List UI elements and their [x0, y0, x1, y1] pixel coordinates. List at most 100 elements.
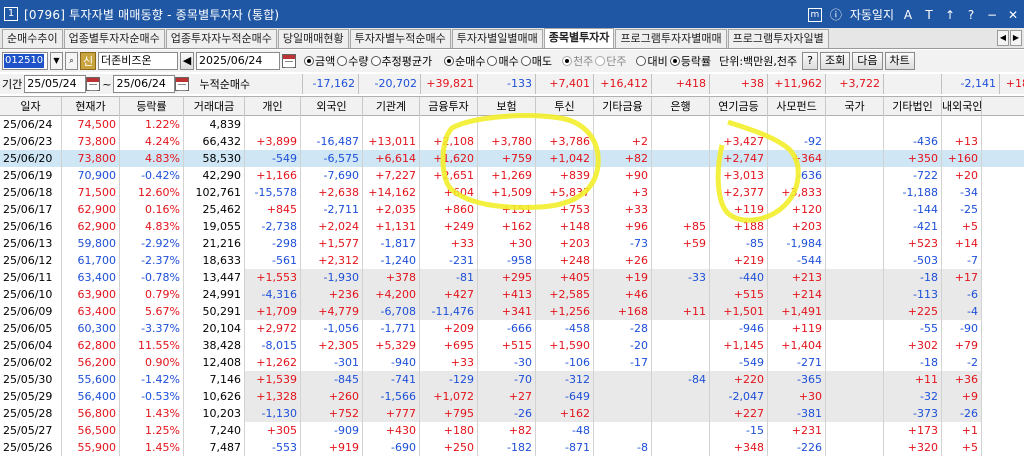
cell-pension: +2,747 — [710, 150, 768, 167]
close-icon[interactable]: ✕ — [1006, 8, 1020, 22]
query-button[interactable]: 조회 — [820, 52, 851, 70]
cell-financial-invest: +604 — [420, 184, 478, 201]
header-date[interactable]: 일자 — [0, 97, 62, 116]
tab-prev-icon[interactable]: ◀ — [997, 30, 1009, 46]
table-row[interactable]: 25/05/28 56,800 1.43% 10,203 -1,130 +752 +777 +… — [0, 405, 1024, 422]
tab-stock-investor[interactable]: 종목별투자자 — [543, 28, 615, 48]
cell-trust: +405 — [536, 269, 594, 286]
table-row[interactable]: 25/06/09 63,400 5.67% 50,291 +1,709 +4,779 -6,… — [0, 303, 1024, 320]
header-change-rate[interactable]: 등락률 — [120, 97, 184, 116]
help-icon[interactable]: ? — [964, 8, 978, 22]
text-size-icon[interactable]: A — [901, 8, 915, 22]
from-calendar-icon[interactable] — [86, 77, 101, 91]
table-row[interactable]: 25/06/16 62,900 4.83% 19,055 -2,738 +2,024 +1,… — [0, 218, 1024, 235]
table-row[interactable]: 25/06/24 74,500 1.22% 4,839 — [0, 116, 1024, 133]
header-other-corp[interactable]: 기타법인 — [884, 97, 942, 116]
table-row[interactable]: 25/06/11 63,400 -0.78% 13,447 +1,553 -1,930 +3… — [0, 269, 1024, 286]
cell-institution: +7,227 — [363, 167, 420, 184]
radio-est-avg-price[interactable]: 추정평균가 — [370, 53, 432, 69]
tab-sector-investor-net-buy[interactable]: 업종별투자자순매수 — [63, 29, 165, 48]
radio-change[interactable]: 대비 — [636, 53, 668, 69]
code-dropdown-icon[interactable]: ▼ — [50, 52, 63, 70]
header-other-finance[interactable]: 기타금융 — [594, 97, 652, 116]
auto-log-label[interactable]: 자동일지 — [850, 6, 894, 23]
header-financial-invest[interactable]: 금융투자 — [420, 97, 478, 116]
tab-net-buy-trend[interactable]: 순매수추이 — [2, 29, 63, 48]
header-bank[interactable]: 은행 — [652, 97, 710, 116]
radio-net-buy[interactable]: 순매수 — [444, 53, 485, 69]
table-row[interactable]: 25/06/18 71,500 12.60% 102,761 -15,578 +2,638… — [0, 184, 1024, 201]
window-number[interactable]: 1 — [4, 7, 18, 21]
radio-change-rate[interactable]: 등락률 — [669, 53, 711, 69]
table-row[interactable]: 25/05/30 55,600 -1.42% 7,146 +1,539 -845 -741-… — [0, 371, 1024, 388]
header-foreign[interactable]: 외국인 — [301, 97, 363, 116]
table-row[interactable]: 25/06/23 73,800 4.24% 66,432 +3,899 -16,487 +1… — [0, 133, 1024, 150]
table-row[interactable]: 25/06/02 56,200 0.90% 12,408 +1,262 -301 -940 +… — [0, 354, 1024, 371]
tab-today-trading[interactable]: 당일매매현황 — [277, 29, 349, 48]
table-row[interactable]: 25/06/12 61,700 -2.37% 18,633 -561 +2,312 -1,2… — [0, 252, 1024, 269]
table-row[interactable]: 25/06/05 60,300 -3.37% 20,104 +2,972 -1,056 -1… — [0, 320, 1024, 337]
cell-private-fund: +1,491 — [768, 303, 826, 320]
prev-date-button[interactable]: ◀ — [180, 52, 194, 70]
table-row[interactable]: 25/06/19 70,900 -0.42% 42,290 +1,166 -7,690 +7… — [0, 167, 1024, 184]
date-input[interactable]: 2025/06/24 — [196, 52, 280, 70]
period-from-input[interactable]: 25/05/24 — [24, 75, 87, 93]
header-individual[interactable]: 개인 — [245, 97, 301, 116]
search-icon[interactable]: ⌕ — [65, 52, 78, 70]
table-row[interactable]: 25/06/10 63,900 0.79% 24,991 -4,316 +236 +4,20… — [0, 286, 1024, 303]
header-price[interactable]: 현재가 — [62, 97, 120, 116]
radio-thousand-shares[interactable]: 천주 — [561, 53, 593, 69]
period-to-input[interactable]: 25/06/24 — [113, 75, 176, 93]
pin-icon[interactable]: ↑ — [943, 8, 957, 22]
cell-bank — [652, 150, 710, 167]
cell-insurance: -70 — [478, 371, 536, 388]
header-pension[interactable]: 연기금등 — [710, 97, 768, 116]
font-icon[interactable]: T — [922, 8, 936, 22]
cell-date: 25/06/04 — [0, 337, 62, 354]
radio-amount[interactable]: 금액 — [304, 53, 335, 69]
table-row[interactable]: 25/06/13 59,800 -2.92% 21,216 -298 +1,577 -1,8… — [0, 235, 1024, 252]
header-private-fund[interactable]: 사모펀드 — [768, 97, 826, 116]
minimize-icon[interactable]: − — [985, 8, 999, 22]
cell-institution: +6,614 — [363, 150, 420, 167]
table-row[interactable]: 25/05/26 55,900 1.45% 7,487 -553 +919 -690 +250… — [0, 439, 1024, 456]
cell-insurance: +82 — [478, 422, 536, 439]
tab-program-daily[interactable]: 프로그램투자자일별 — [727, 29, 829, 48]
tab-investor-cum-net-buy[interactable]: 투자자별누적순매수 — [349, 29, 451, 48]
tab-sector-investor-cum-net-buy[interactable]: 업종투자자누적순매수 — [165, 29, 277, 48]
calendar-icon[interactable] — [282, 54, 296, 68]
cell-private-fund: +213 — [768, 269, 826, 286]
help-button[interactable]: ? — [802, 52, 818, 70]
info-icon[interactable]: ⓘ — [829, 8, 843, 22]
chart-button[interactable]: 차트 — [884, 52, 915, 70]
radio-quantity[interactable]: 수량 — [337, 53, 369, 69]
header-institution[interactable]: 기관계 — [363, 97, 420, 116]
radio-sell[interactable]: 매도 — [520, 53, 552, 69]
stock-code-input[interactable]: 012510 — [2, 52, 48, 70]
header-volume[interactable]: 거래대금 — [184, 97, 245, 116]
table-row[interactable]: 25/06/17 62,900 0.16% 25,462 +845 -2,711 +2,03… — [0, 201, 1024, 218]
cell-insurance: +515 — [478, 337, 536, 354]
cell-price: 73,800 — [62, 133, 120, 150]
table-row[interactable]: 25/06/04 62,800 11.55% 38,428 -8,015 +2,305 +5… — [0, 337, 1024, 354]
header-domestic-foreign[interactable]: 내외국인 — [942, 97, 982, 116]
table-row[interactable]: 25/06/20 73,800 4.83% 58,530 -549 -6,575 +6,61… — [0, 150, 1024, 167]
tab-program-investor[interactable]: 프로그램투자자별매매 — [615, 29, 727, 48]
radio-single-shares[interactable]: 단주 — [595, 53, 626, 69]
to-calendar-icon[interactable] — [175, 77, 190, 91]
table-row[interactable]: 25/05/27 56,500 1.25% 7,240 +305 -909 +430 +180… — [0, 422, 1024, 439]
header-insurance[interactable]: 보험 — [478, 97, 536, 116]
tab-investor-daily[interactable]: 투자자별일별매매 — [451, 29, 543, 48]
header-government[interactable]: 국가 — [826, 97, 884, 116]
memo-icon[interactable]: m — [807, 7, 822, 22]
cell-foreign: +260 — [301, 388, 363, 405]
radio-buy[interactable]: 매수 — [487, 53, 519, 69]
cell-pension: +3,427 — [710, 133, 768, 150]
table-row[interactable]: 25/05/29 56,400 -0.53% 10,626 +1,328 +260 -1,5… — [0, 388, 1024, 405]
cell-foreign: +2,305 — [301, 337, 363, 354]
next-button[interactable]: 다음 — [852, 52, 883, 70]
header-trust[interactable]: 투신 — [536, 97, 594, 116]
tab-next-icon[interactable]: ▶ — [1010, 30, 1022, 46]
cell-trust: +162 — [536, 405, 594, 422]
cell-other-corp: -18 — [884, 269, 942, 286]
